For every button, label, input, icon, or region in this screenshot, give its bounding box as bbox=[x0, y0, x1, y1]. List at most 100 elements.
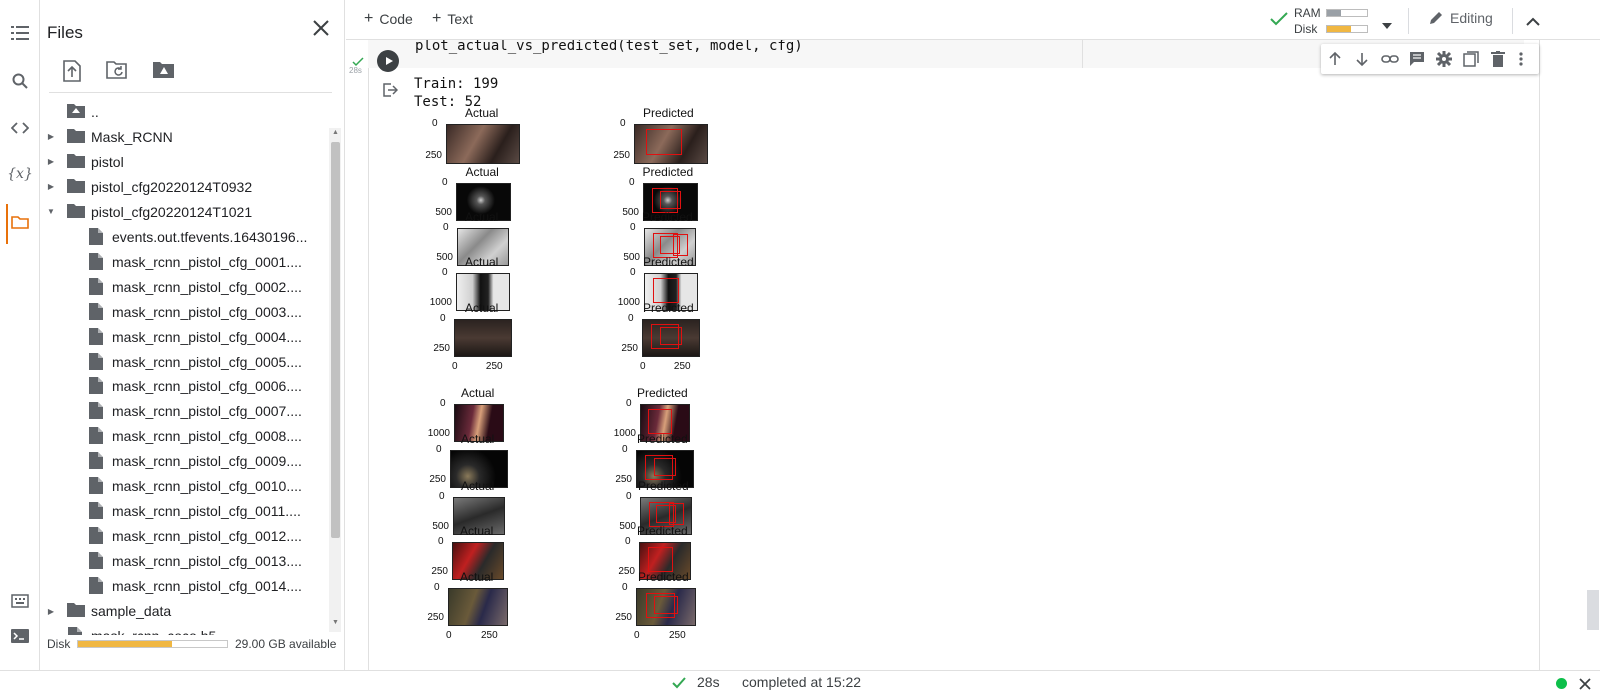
more-icon[interactable] bbox=[1519, 51, 1535, 67]
code-icon[interactable] bbox=[9, 117, 31, 139]
y-tick: 500 bbox=[432, 521, 449, 532]
ram-label: RAM bbox=[1294, 6, 1321, 20]
close-icon[interactable] bbox=[311, 18, 331, 38]
x-tick: 0 bbox=[640, 361, 646, 372]
file-tree-file[interactable]: mask_rcnn_pistol_cfg_0008.... bbox=[40, 424, 330, 448]
y-tick: 0 bbox=[626, 398, 632, 409]
refresh-folder-icon[interactable] bbox=[106, 60, 128, 82]
folder-icon bbox=[67, 602, 85, 620]
file-tree-file[interactable]: mask_rcnn_pistol_cfg_0005.... bbox=[40, 350, 330, 374]
file-tree-folder[interactable]: ▶ pistol_cfg20220124T0932 bbox=[40, 175, 330, 199]
move-down-icon[interactable] bbox=[1354, 51, 1370, 67]
actual-title: Actual bbox=[465, 165, 499, 179]
files-title: Files bbox=[47, 23, 83, 42]
search-icon[interactable] bbox=[9, 70, 31, 92]
upload-icon[interactable] bbox=[62, 60, 84, 82]
file-tree-label: mask_rcnn_pistol_cfg_0004.... bbox=[112, 328, 302, 345]
file-tree-file[interactable]: mask_rcnn_pistol_cfg_0006.... bbox=[40, 374, 330, 398]
collapsed-arrow-icon[interactable]: ▶ bbox=[46, 182, 56, 192]
files-divider bbox=[49, 92, 332, 93]
predicted-title: Predicted bbox=[643, 301, 694, 315]
y-tick: 500 bbox=[619, 521, 636, 532]
settings-icon[interactable] bbox=[1436, 51, 1452, 67]
run-cell-button[interactable] bbox=[377, 50, 399, 72]
files-scroll-thumb[interactable] bbox=[331, 142, 340, 538]
file-tree-file[interactable]: mask_rcnn_coco.h5 bbox=[40, 624, 330, 635]
actual-title: Actual bbox=[465, 210, 499, 224]
detection-box bbox=[654, 596, 678, 615]
disk-bar-toolbar[interactable] bbox=[1326, 25, 1368, 33]
delete-icon[interactable] bbox=[1491, 51, 1507, 67]
folder-icon[interactable] bbox=[9, 211, 31, 233]
file-tree-file[interactable]: mask_rcnn_pistol_cfg_0004.... bbox=[40, 325, 330, 349]
file-tree-file[interactable]: mask_rcnn_pistol_cfg_0009.... bbox=[40, 449, 330, 473]
predicted-title: Predicted bbox=[637, 524, 688, 538]
predicted-title: Predicted bbox=[643, 255, 694, 269]
file-tree-file[interactable]: mask_rcnn_pistol_cfg_0011.... bbox=[40, 499, 330, 523]
expanded-arrow-icon[interactable]: ▼ bbox=[46, 207, 56, 217]
move-up-icon[interactable] bbox=[1327, 51, 1343, 67]
collapse-header-icon[interactable] bbox=[1526, 14, 1540, 32]
close-status-icon[interactable] bbox=[1579, 677, 1591, 693]
y-tick: 0 bbox=[628, 313, 634, 324]
file-tree-folder[interactable]: ▶ pistol bbox=[40, 150, 330, 174]
status-time: 28s bbox=[697, 674, 720, 690]
file-tree-folder[interactable]: ▶ Mask_RCNN bbox=[40, 125, 330, 149]
runtime-dropdown-icon[interactable] bbox=[1382, 16, 1392, 34]
parent-folder-icon bbox=[67, 103, 85, 121]
editing-button[interactable]: Editing bbox=[1428, 10, 1493, 26]
folder-icon bbox=[67, 203, 85, 221]
file-tree-file[interactable]: mask_rcnn_pistol_cfg_0012.... bbox=[40, 524, 330, 548]
y-tick: 0 bbox=[625, 536, 631, 547]
variables-icon[interactable]: {x} bbox=[7, 163, 33, 185]
file-tree-folder[interactable]: ▶ sample_data bbox=[40, 599, 330, 623]
output-train: Train: 199 bbox=[414, 76, 499, 92]
ram-bar[interactable] bbox=[1326, 9, 1368, 17]
detection-box bbox=[659, 327, 683, 346]
status-completed: completed at 15:22 bbox=[742, 674, 862, 690]
mount-drive-icon[interactable] bbox=[152, 60, 174, 82]
file-tree-file[interactable]: mask_rcnn_pistol_cfg_0001.... bbox=[40, 250, 330, 274]
disk-usage-bar bbox=[77, 640, 228, 648]
y-tick: 0 bbox=[442, 267, 448, 278]
actual-title: Actual bbox=[461, 386, 495, 400]
cell-left-border bbox=[368, 40, 369, 670]
y-tick: 250 bbox=[613, 150, 630, 161]
toolbar-divider-2 bbox=[1512, 8, 1513, 34]
file-tree-parent[interactable]: .. bbox=[40, 100, 330, 124]
code-editor[interactable]: plot_actual_vs_predicted(test_set, model… bbox=[415, 40, 803, 54]
collapsed-arrow-icon[interactable]: ▶ bbox=[46, 157, 56, 167]
command-palette-icon[interactable] bbox=[9, 590, 31, 612]
file-tree-file[interactable]: mask_rcnn_pistol_cfg_0013.... bbox=[40, 549, 330, 573]
menu-icon[interactable] bbox=[9, 22, 31, 44]
collapsed-arrow-icon[interactable]: ▶ bbox=[46, 132, 56, 142]
page-scrollbar[interactable] bbox=[1587, 590, 1599, 630]
file-tree-file[interactable]: mask_rcnn_pistol_cfg_0002.... bbox=[40, 275, 330, 299]
scroll-up-icon[interactable]: ▲ bbox=[332, 129, 339, 136]
predicted-title: Predicted bbox=[642, 210, 693, 224]
file-tree-label: pistol_cfg20220124T1021 bbox=[91, 203, 253, 220]
y-tick: 1000 bbox=[429, 297, 452, 308]
add-code-button[interactable]: + Code bbox=[364, 10, 413, 28]
predicted-title: Predicted bbox=[642, 165, 694, 179]
collapsed-arrow-icon[interactable]: ▶ bbox=[46, 606, 56, 616]
comment-icon[interactable] bbox=[1409, 51, 1425, 67]
file-tree-label: mask_rcnn_coco.h5 bbox=[91, 628, 216, 635]
mirror-cell-icon[interactable] bbox=[1463, 51, 1479, 67]
file-tree-file[interactable]: mask_rcnn_pistol_cfg_0010.... bbox=[40, 474, 330, 498]
scroll-down-icon[interactable]: ▼ bbox=[332, 619, 339, 626]
y-tick: 0 bbox=[438, 536, 444, 547]
add-text-button[interactable]: + Text bbox=[432, 10, 473, 28]
link-icon[interactable] bbox=[1381, 51, 1399, 67]
x-tick: 250 bbox=[669, 630, 686, 641]
predicted-image bbox=[642, 319, 700, 357]
predicted-title: Predicted bbox=[637, 432, 688, 446]
terminal-icon[interactable] bbox=[9, 625, 31, 647]
file-tree-file[interactable]: events.out.tfevents.16430196... bbox=[40, 225, 330, 249]
file-tree-folder[interactable]: ▼ pistol_cfg20220124T1021 bbox=[40, 200, 330, 224]
file-tree-file[interactable]: mask_rcnn_pistol_cfg_0007.... bbox=[40, 399, 330, 423]
output-redirect-icon[interactable] bbox=[382, 82, 399, 103]
file-tree-file[interactable]: mask_rcnn_pistol_cfg_0014.... bbox=[40, 574, 330, 598]
connected-check-icon bbox=[1270, 12, 1288, 31]
file-tree-file[interactable]: mask_rcnn_pistol_cfg_0003.... bbox=[40, 300, 330, 324]
